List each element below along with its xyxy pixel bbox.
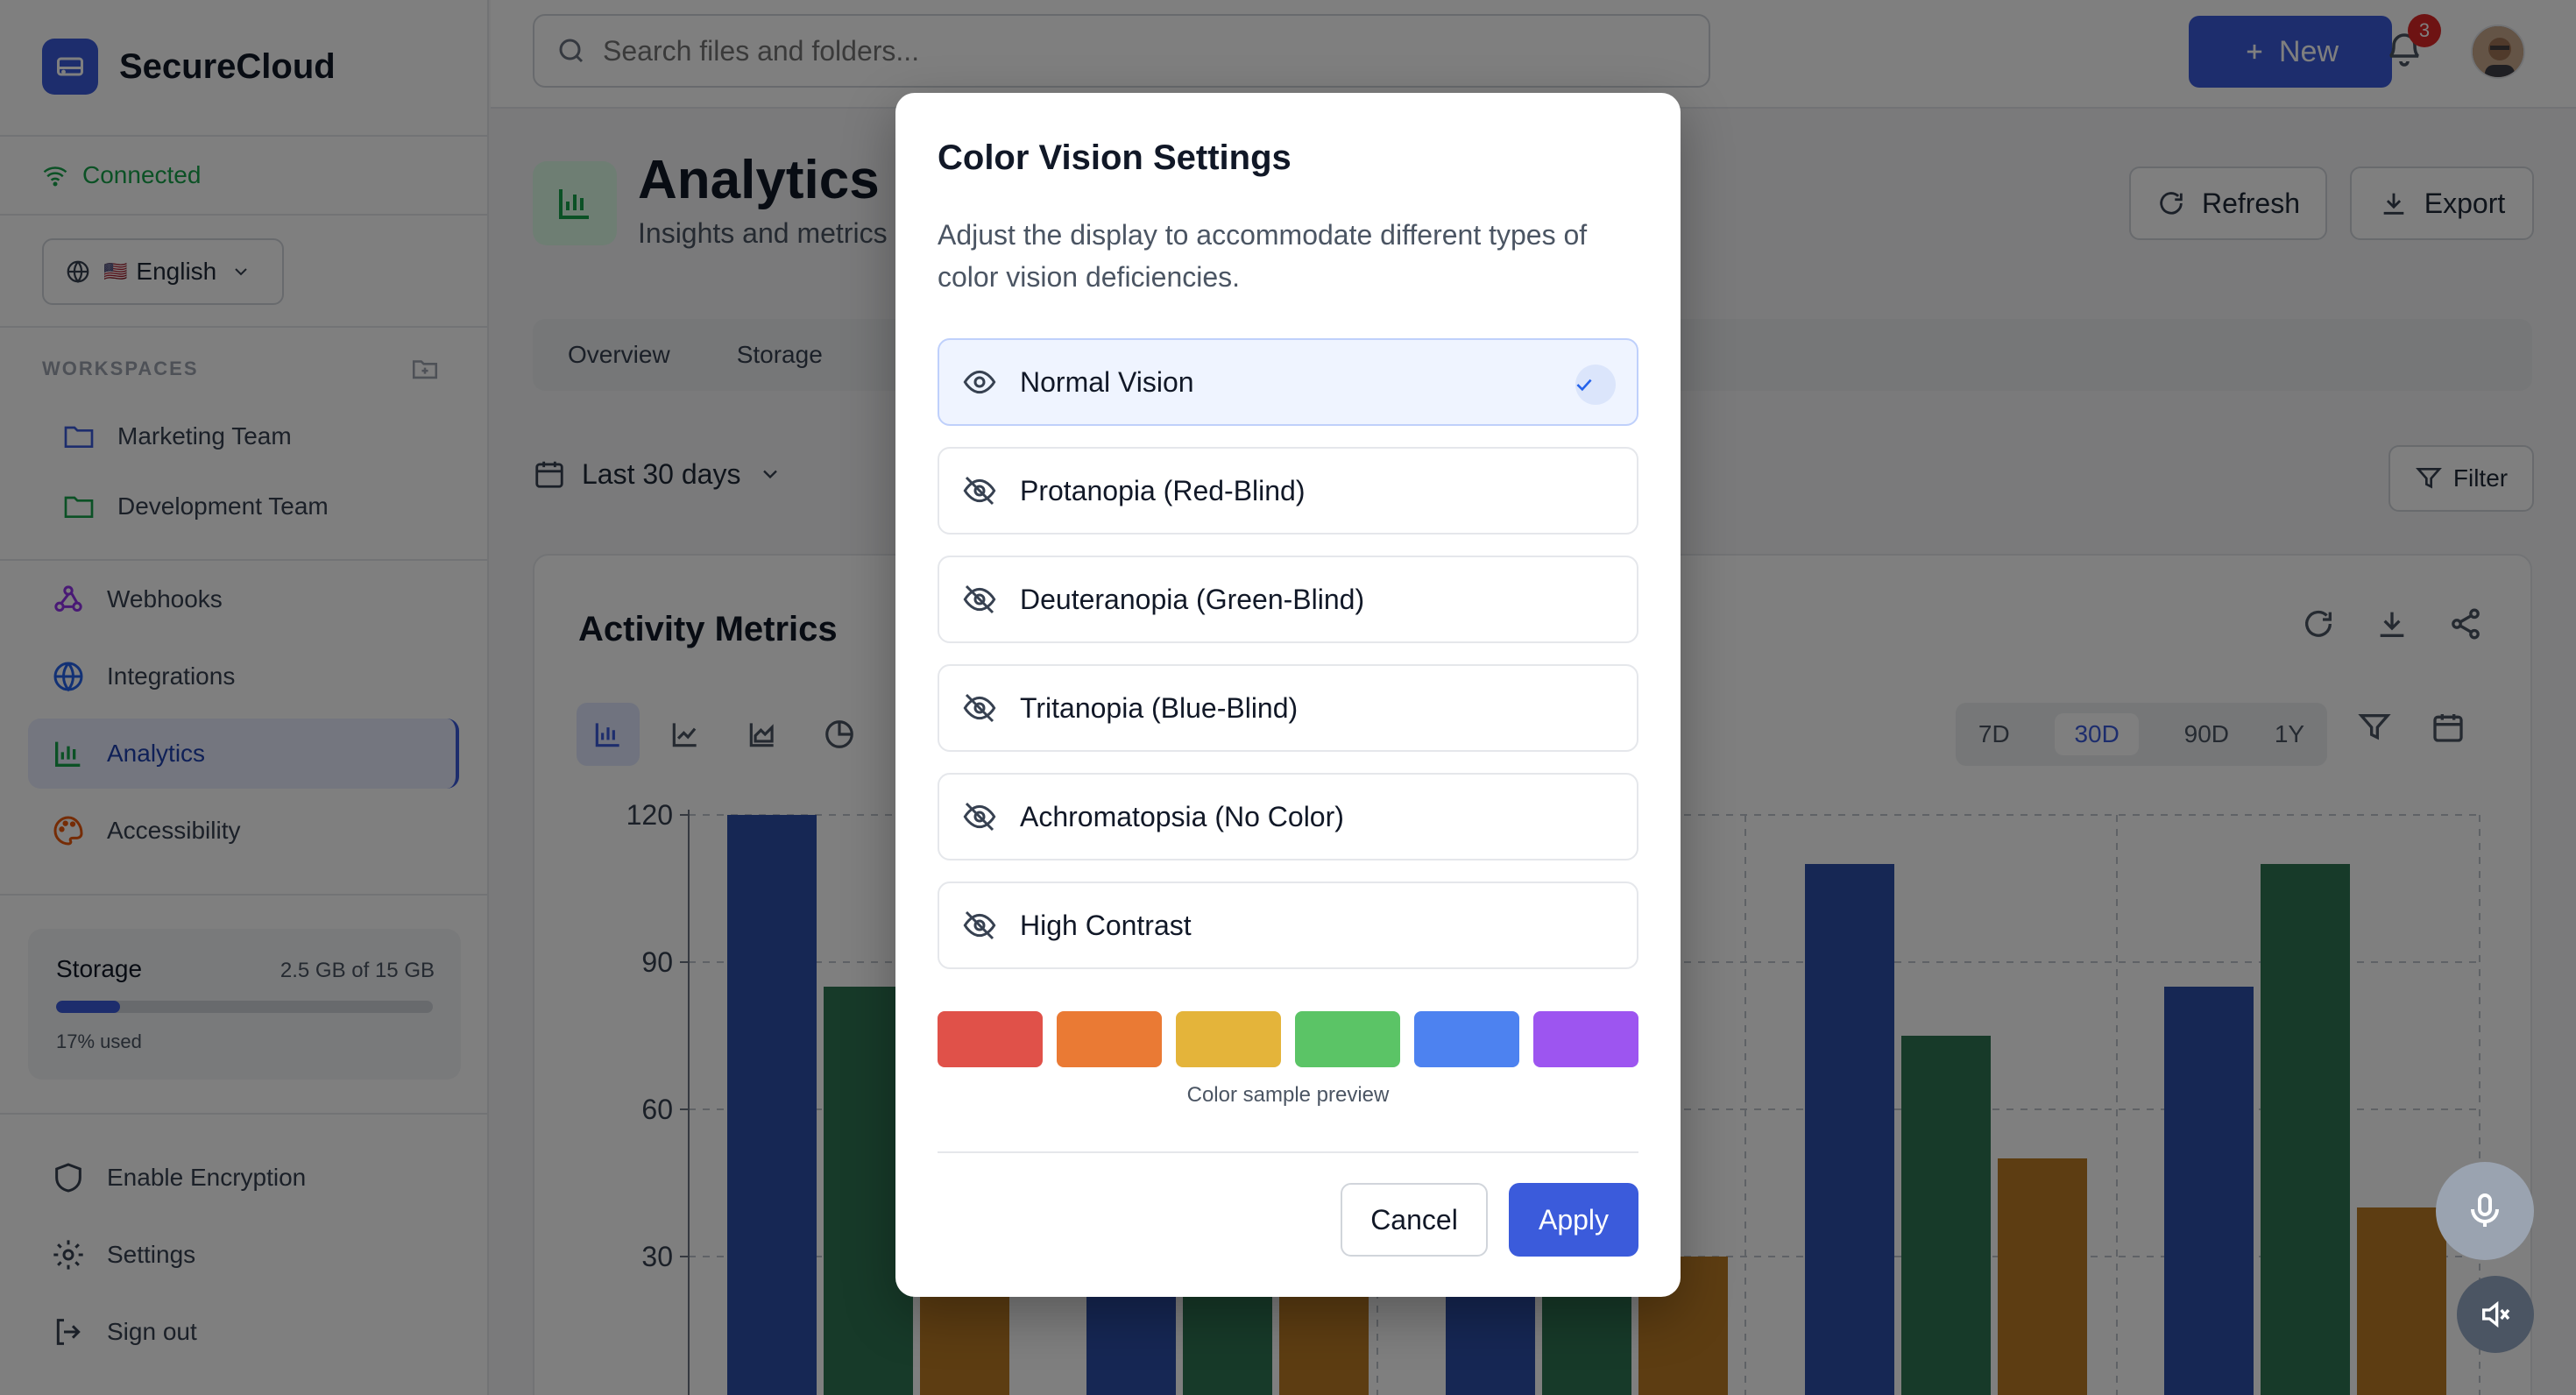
modal-title: Color Vision Settings — [938, 138, 1292, 177]
swatch-caption: Color sample preview — [1186, 1083, 1390, 1107]
option-tritanopia[interactable]: Tritanopia (Blue-Blind) — [938, 664, 1638, 752]
option-label: Tritanopia (Blue-Blind) — [1020, 691, 1299, 724]
color-swatches — [938, 1011, 1638, 1067]
option-achromatopsia[interactable]: Achromatopsia (No Color) — [938, 773, 1638, 860]
color-swatch — [1414, 1011, 1519, 1067]
color-swatch — [1533, 1011, 1638, 1067]
color-swatch — [1057, 1011, 1162, 1067]
color-swatch — [1176, 1011, 1281, 1067]
color-swatch — [938, 1011, 1043, 1067]
cancel-button[interactable]: Cancel — [1341, 1183, 1488, 1257]
option-label: Normal Vision — [1020, 365, 1194, 398]
option-label: High Contrast — [1020, 909, 1192, 941]
apply-button[interactable]: Apply — [1509, 1183, 1638, 1257]
voice-input-button[interactable] — [2436, 1162, 2534, 1260]
option-label: Protanopia (Red-Blind) — [1020, 474, 1306, 506]
option-deuteranopia[interactable]: Deuteranopia (Green-Blind) — [938, 556, 1638, 643]
option-label: Deuteranopia (Green-Blind) — [1020, 583, 1365, 615]
eye-icon — [963, 370, 996, 394]
check-icon — [1575, 365, 1616, 405]
option-protanopia[interactable]: Protanopia (Red-Blind) — [938, 447, 1638, 535]
speaker-mute-icon — [2482, 1300, 2510, 1328]
microphone-icon — [2471, 1193, 2499, 1227]
eye-off-icon — [963, 910, 996, 940]
eye-off-icon — [963, 802, 996, 832]
option-label: Achromatopsia (No Color) — [1020, 800, 1344, 832]
eye-off-icon — [963, 476, 996, 506]
modal-description: Adjust the display to accommodate differ… — [938, 219, 1588, 293]
color-swatch — [1295, 1011, 1400, 1067]
eye-off-icon — [963, 693, 996, 723]
modal-divider — [938, 1151, 1638, 1153]
color-vision-modal: Color Vision Settings Adjust the display… — [895, 93, 1681, 1297]
eye-off-icon — [963, 584, 996, 614]
option-high-contrast[interactable]: High Contrast — [938, 882, 1638, 969]
mute-button[interactable] — [2457, 1276, 2534, 1353]
option-normal-vision[interactable]: Normal Vision — [938, 338, 1638, 426]
